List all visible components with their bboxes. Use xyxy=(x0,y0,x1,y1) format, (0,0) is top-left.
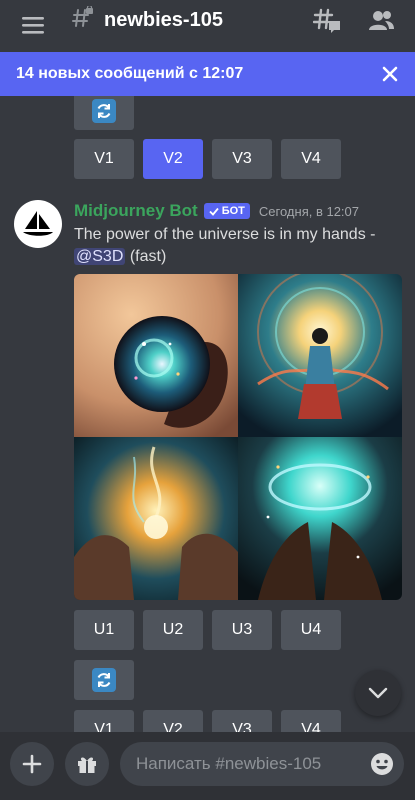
message-composer[interactable] xyxy=(120,742,404,786)
members-icon[interactable] xyxy=(366,6,396,36)
generated-image-2[interactable] xyxy=(238,274,402,437)
top-bar: newbies-105 xyxy=(0,0,415,52)
threads-icon[interactable] xyxy=(312,6,342,36)
reroll-button[interactable] xyxy=(74,96,134,130)
close-icon[interactable] xyxy=(379,63,401,85)
user-mention[interactable]: @S3D xyxy=(74,248,126,265)
scroll-to-bottom-button[interactable] xyxy=(355,670,401,716)
locked-hash-icon xyxy=(72,4,94,35)
new-messages-text: 14 новых сообщений с 12:07 xyxy=(16,65,244,82)
bot-tag-label: БОТ xyxy=(221,205,245,217)
new-messages-bar[interactable]: 14 новых сообщений с 12:07 xyxy=(0,52,415,96)
check-icon xyxy=(209,207,219,216)
reroll-icon xyxy=(92,99,116,123)
prev-v3-button[interactable]: V3 xyxy=(212,139,272,179)
add-attachment-button[interactable] xyxy=(10,742,54,786)
u1-button[interactable]: U1 xyxy=(74,610,134,650)
message-input[interactable] xyxy=(136,754,356,774)
midjourney-logo-icon xyxy=(23,211,53,236)
u4-button[interactable]: U4 xyxy=(281,610,341,650)
message-body: The power of the universe is in my hands… xyxy=(74,226,376,243)
v3-button[interactable]: V3 xyxy=(212,710,272,732)
message-header: Midjourney Bot БОТ Сегодня, в 12:07 xyxy=(74,200,359,222)
message-text: The power of the universe is in my hands… xyxy=(74,224,394,268)
gift-icon xyxy=(78,757,96,773)
message-suffix: (fast) xyxy=(129,248,167,265)
generated-image-4[interactable] xyxy=(238,437,402,600)
gift-button[interactable] xyxy=(65,742,109,786)
channel-header[interactable]: newbies-105 xyxy=(72,4,223,35)
timestamp: Сегодня, в 12:07 xyxy=(258,203,360,219)
reroll-icon xyxy=(92,668,116,692)
v1-button[interactable]: V1 xyxy=(74,710,134,732)
v2-button[interactable]: V2 xyxy=(143,710,203,732)
prev-v1-button[interactable]: V1 xyxy=(74,139,134,179)
author-name[interactable]: Midjourney Bot xyxy=(74,201,198,221)
plus-icon xyxy=(22,754,42,774)
bot-tag: БОТ xyxy=(203,203,250,219)
emoji-icon[interactable] xyxy=(370,752,394,776)
channel-title: newbies-105 xyxy=(104,8,223,31)
reroll-button[interactable] xyxy=(74,660,134,700)
prev-v4-button[interactable]: V4 xyxy=(281,139,341,179)
avatar[interactable] xyxy=(14,200,62,248)
prev-v2-button[interactable]: V2 xyxy=(143,139,203,179)
u2-button[interactable]: U2 xyxy=(143,610,203,650)
chevron-down-icon xyxy=(368,687,388,699)
generated-image-3[interactable] xyxy=(74,437,238,600)
generated-image-1[interactable] xyxy=(74,274,238,437)
u3-button[interactable]: U3 xyxy=(212,610,272,650)
message-feed[interactable]: V1 V2 V3 V4 Midjourney Bot БОТ Сегодня, … xyxy=(0,96,415,732)
v4-button[interactable]: V4 xyxy=(281,710,341,732)
image-grid[interactable] xyxy=(74,274,402,600)
hamburger-menu-icon[interactable] xyxy=(18,10,48,40)
